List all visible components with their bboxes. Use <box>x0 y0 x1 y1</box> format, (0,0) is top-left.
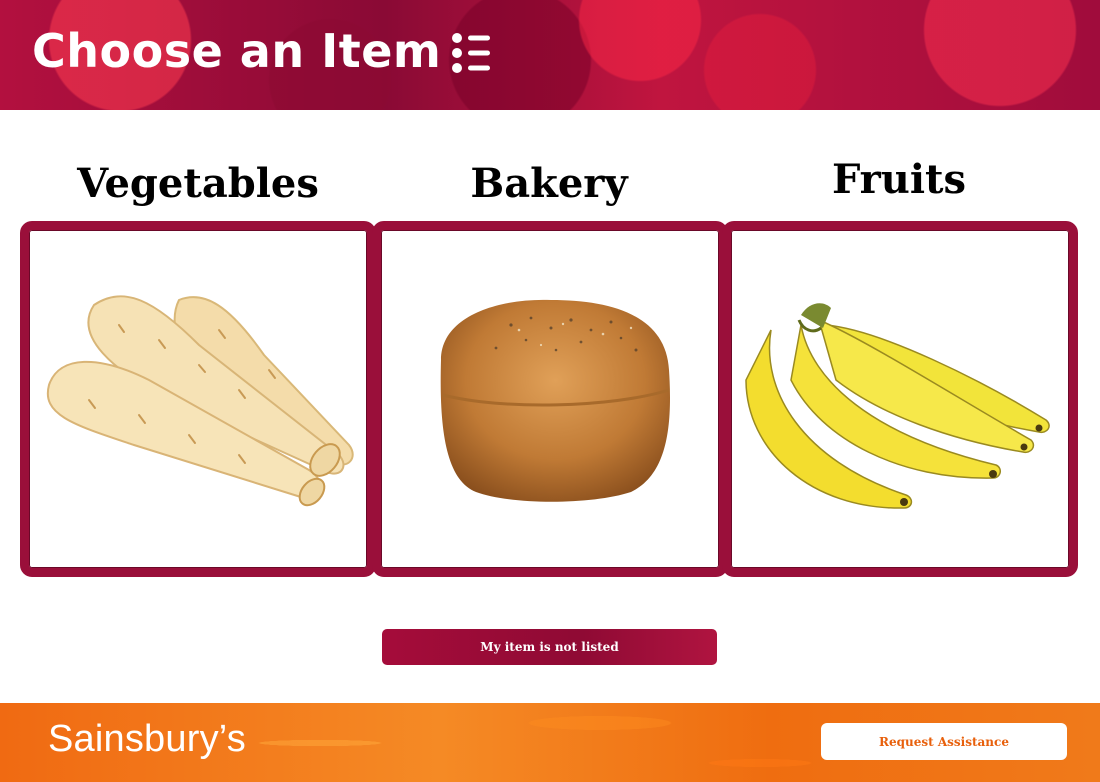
footer-banner: Sainsbury’s Request Assistance <box>0 703 1100 782</box>
header-banner: Choose an Item <box>0 0 1100 110</box>
category-title-bakery: Bakery <box>470 160 628 207</box>
request-assistance-button[interactable]: Request Assistance <box>821 723 1067 760</box>
brand-logo: Sainsbury’s <box>48 718 246 760</box>
category-title-vegetables: Vegetables <box>77 160 319 207</box>
bread-image <box>440 299 671 502</box>
list-menu-icon[interactable] <box>450 30 494 76</box>
parsnips-image <box>46 295 354 507</box>
category-card-fruits[interactable] <box>722 221 1078 577</box>
item-not-listed-button[interactable]: My item is not listed <box>382 629 717 665</box>
category-card-vegetables[interactable] <box>20 221 376 577</box>
category-card-bakery[interactable] <box>372 221 728 577</box>
category-title-fruits: Fruits <box>831 156 967 203</box>
bananas-image <box>745 303 1050 509</box>
page-title: Choose an Item <box>32 24 442 78</box>
